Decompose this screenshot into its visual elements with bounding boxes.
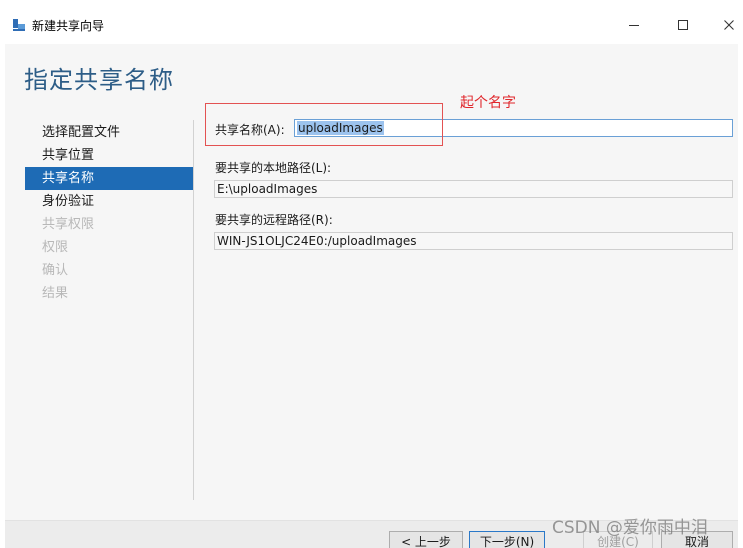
minimize-button[interactable] bbox=[611, 10, 657, 40]
close-icon bbox=[724, 20, 734, 30]
nav-item-select-profile[interactable]: 选择配置文件 bbox=[25, 121, 193, 144]
wizard-body: 指定共享名称 选择配置文件 共享位置 共享名称 身份验证 共享权限 权限 确认 … bbox=[5, 44, 738, 520]
annotation-text: 起个名字 bbox=[460, 95, 516, 111]
minimize-icon bbox=[629, 25, 639, 26]
nav-item-authentication[interactable]: 身份验证 bbox=[25, 190, 193, 213]
previous-button[interactable]: < 上一步(P) bbox=[389, 531, 463, 548]
local-path-label: 要共享的本地路径(L): bbox=[215, 161, 332, 175]
nav-item-results: 结果 bbox=[42, 286, 69, 301]
nav-item-share-location[interactable]: 共享位置 bbox=[25, 144, 193, 167]
nav-item-confirmation: 确认 bbox=[42, 263, 69, 278]
nav-item-share-name[interactable]: 共享名称 bbox=[25, 167, 193, 190]
remote-path-label: 要共享的远程路径(R): bbox=[215, 213, 333, 227]
close-button[interactable] bbox=[706, 10, 743, 40]
cancel-button[interactable]: 取消 bbox=[661, 531, 733, 548]
create-button: 创建(C) bbox=[583, 531, 653, 548]
share-name-input[interactable]: uploadImages bbox=[294, 119, 733, 137]
wizard-step-nav: 选择配置文件 共享位置 共享名称 身份验证 共享权限 权限 确认 结果 bbox=[25, 121, 193, 305]
title-bar: 新建共享向导 bbox=[0, 0, 743, 44]
remote-path-field[interactable]: WIN-JS1OLJC24E0:/uploadImages bbox=[214, 232, 733, 250]
nav-divider bbox=[193, 120, 194, 500]
local-path-field[interactable]: E:\uploadImages bbox=[214, 180, 733, 198]
share-name-label: 共享名称(A): bbox=[215, 123, 285, 137]
nav-item-permissions: 权限 bbox=[42, 240, 69, 255]
share-wizard-icon bbox=[13, 19, 25, 31]
maximize-button[interactable] bbox=[660, 10, 706, 40]
page-title: 指定共享名称 bbox=[24, 66, 174, 94]
next-button[interactable]: 下一步(N) > bbox=[469, 531, 545, 548]
window-title: 新建共享向导 bbox=[32, 19, 105, 33]
nav-item-share-permissions: 共享权限 bbox=[42, 217, 95, 232]
wizard-button-bar: < 上一步(P) 下一步(N) > 创建(C) 取消 bbox=[5, 520, 738, 548]
maximize-icon bbox=[678, 20, 688, 30]
share-name-value: uploadImages bbox=[297, 121, 384, 135]
